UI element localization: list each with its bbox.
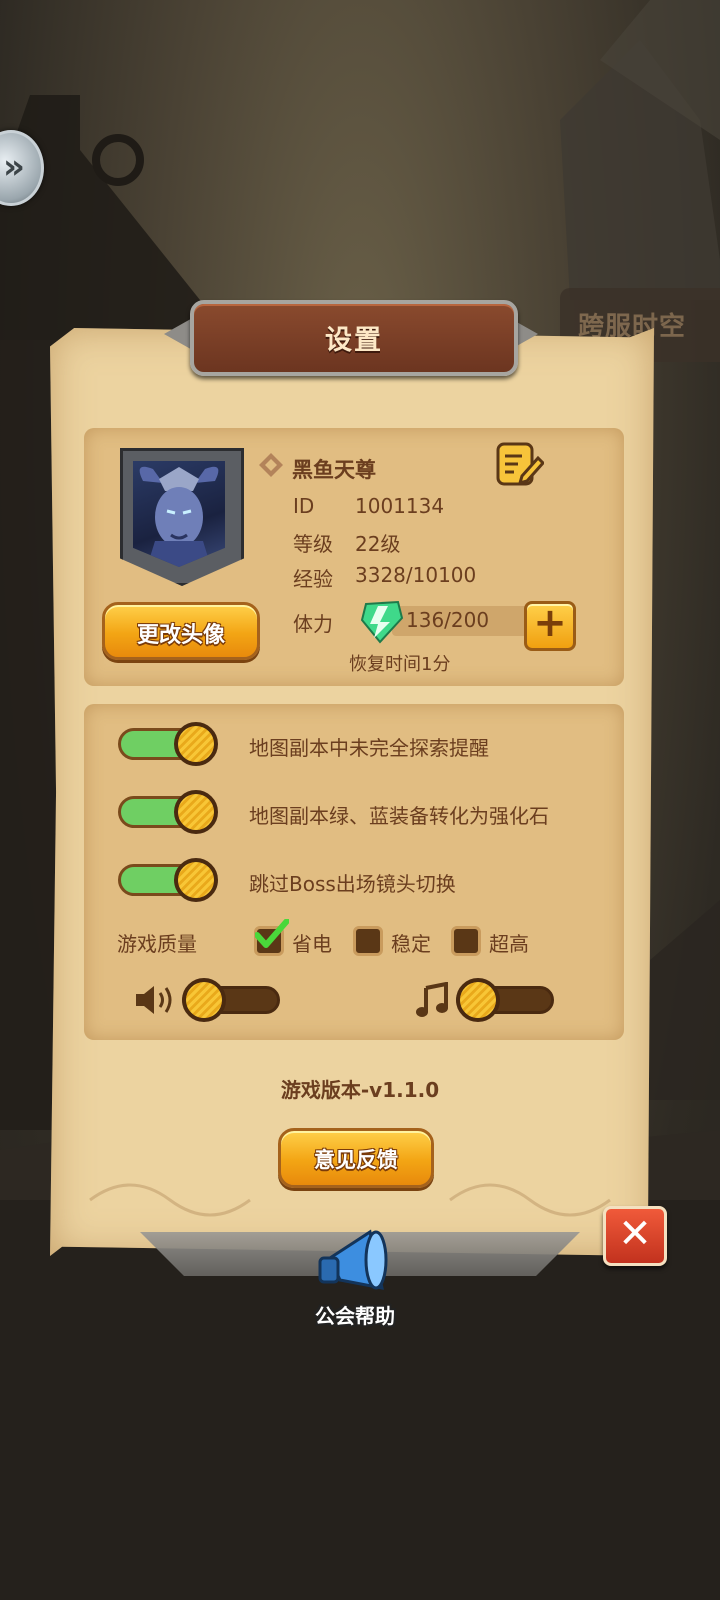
slider-knob[interactable] [182,978,226,1022]
back-arrow-icon: » [3,147,25,187]
guild-help-button[interactable]: 公会帮助 [300,1228,410,1338]
toggle-knob [174,790,218,834]
quality-label: 游戏质量 [117,932,197,956]
edit-name-icon[interactable] [496,440,544,488]
version-text: 游戏版本-v1.1.0 [280,1078,440,1102]
rank-diamond-icon [259,453,283,477]
exp-label: 经验 [293,567,333,591]
add-stamina-button[interactable]: + [524,600,576,651]
player-name: 黑鱼天尊 [292,458,376,482]
quality-stable-label: 稳定 [391,932,431,956]
guild-help-label: 公会帮助 [315,1304,395,1328]
feedback-button[interactable]: 意见反馈 [278,1128,434,1188]
id-label: ID [293,494,315,518]
sound-volume-slider[interactable] [182,978,282,1022]
checkmark-icon [255,919,289,948]
quality-stable-checkbox[interactable] [353,926,383,956]
plus-icon: + [533,600,567,646]
toggle-explore-reminder[interactable] [118,722,218,766]
dialog-title-plaque: 设置 [190,300,518,376]
megaphone-icon [318,1229,388,1290]
stamina-recovery-text: 恢复时间1分 [349,654,451,675]
id-value: 1001134 [355,494,445,518]
close-button[interactable]: ✕ [603,1206,667,1266]
stamina-label: 体力 [293,612,333,636]
stamina-value: 136/200 [406,608,490,632]
change-avatar-button[interactable]: 更改头像 [102,602,260,660]
exp-value: 3328/10100 [355,563,477,587]
quality-ultra-label: 超高 [489,932,529,956]
skip-boss-cutscene-label: 跳过Boss出场镜头切换 [249,872,456,896]
speaker-icon [136,986,172,1014]
close-icon: ✕ [618,1211,652,1257]
explore-reminder-label: 地图副本中未完全探索提醒 [249,736,489,760]
toggle-convert-equipment[interactable] [118,790,218,834]
stamina-gem-icon [360,600,404,644]
quality-ultra-checkbox[interactable] [451,926,481,956]
music-volume-slider[interactable] [456,978,556,1022]
avatar-portrait [133,461,225,567]
avatar[interactable] [120,448,244,586]
convert-equipment-label: 地图副本绿、蓝装备转化为强化石 [249,804,549,828]
toggle-knob [174,858,218,902]
dialog-title: 设置 [325,325,383,356]
music-note-icon [416,982,448,1017]
demon-portrait-icon [139,466,219,567]
toggle-knob [174,722,218,766]
toggle-skip-boss-cutscene[interactable] [118,858,218,902]
quality-power-save-checkbox[interactable] [254,919,289,956]
quality-power-save-label: 省电 [292,932,332,956]
slider-knob[interactable] [456,978,500,1022]
level-label: 等级 [293,532,333,556]
level-value: 22级 [355,532,401,556]
